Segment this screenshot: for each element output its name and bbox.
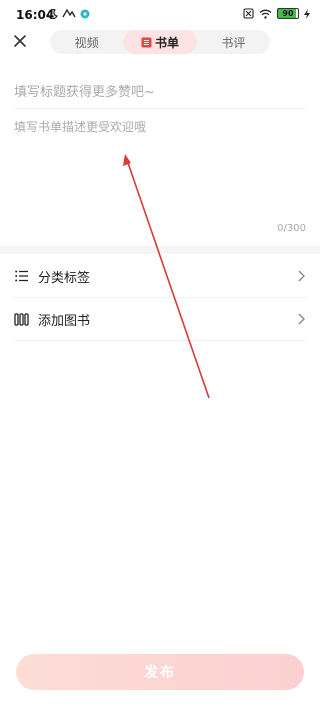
add-books-row[interactable]: 添加图书 xyxy=(14,298,306,340)
section-separator xyxy=(0,246,320,254)
top-bar: 视频 书单 书评 xyxy=(0,30,320,54)
booklist-icon xyxy=(141,37,152,47)
tab-review[interactable]: 书评 xyxy=(197,30,270,54)
description-input[interactable] xyxy=(14,118,306,218)
moon-icon xyxy=(48,8,58,19)
close-icon[interactable] xyxy=(12,33,28,49)
annotation-arrow xyxy=(123,154,210,399)
chevron-right-icon xyxy=(298,270,305,282)
title-input[interactable] xyxy=(14,80,306,104)
books-icon xyxy=(14,311,30,327)
tab-switcher: 视频 书单 书评 xyxy=(50,30,270,54)
character-counter: 0/300 xyxy=(277,223,306,234)
publish-button[interactable]: 发布 xyxy=(16,654,304,690)
status-system-icons: 90 xyxy=(243,8,310,19)
tab-booklist[interactable]: 书单 xyxy=(123,30,197,54)
divider xyxy=(14,108,306,109)
category-tags-row[interactable]: 分类标签 xyxy=(14,255,306,297)
tab-booklist-label: 书单 xyxy=(154,35,179,50)
app-notification-icon xyxy=(62,8,76,18)
tab-review-label: 书评 xyxy=(221,35,246,50)
no-sim-icon xyxy=(243,8,254,19)
list-icon xyxy=(14,268,30,284)
battery-level: 90 xyxy=(282,9,294,18)
charging-icon xyxy=(304,8,310,19)
divider xyxy=(14,340,306,341)
status-notification-icons xyxy=(48,8,90,19)
tab-video-label: 视频 xyxy=(74,35,99,50)
status-bar: 16:04 90 xyxy=(0,0,320,30)
chat-app-icon xyxy=(80,9,90,18)
tab-video[interactable]: 视频 xyxy=(50,30,123,54)
battery-icon: 90 xyxy=(277,8,299,19)
category-tags-label: 分类标签 xyxy=(38,270,91,286)
chevron-right-icon xyxy=(298,313,305,325)
wifi-icon xyxy=(259,9,272,19)
add-books-label: 添加图书 xyxy=(38,313,91,329)
